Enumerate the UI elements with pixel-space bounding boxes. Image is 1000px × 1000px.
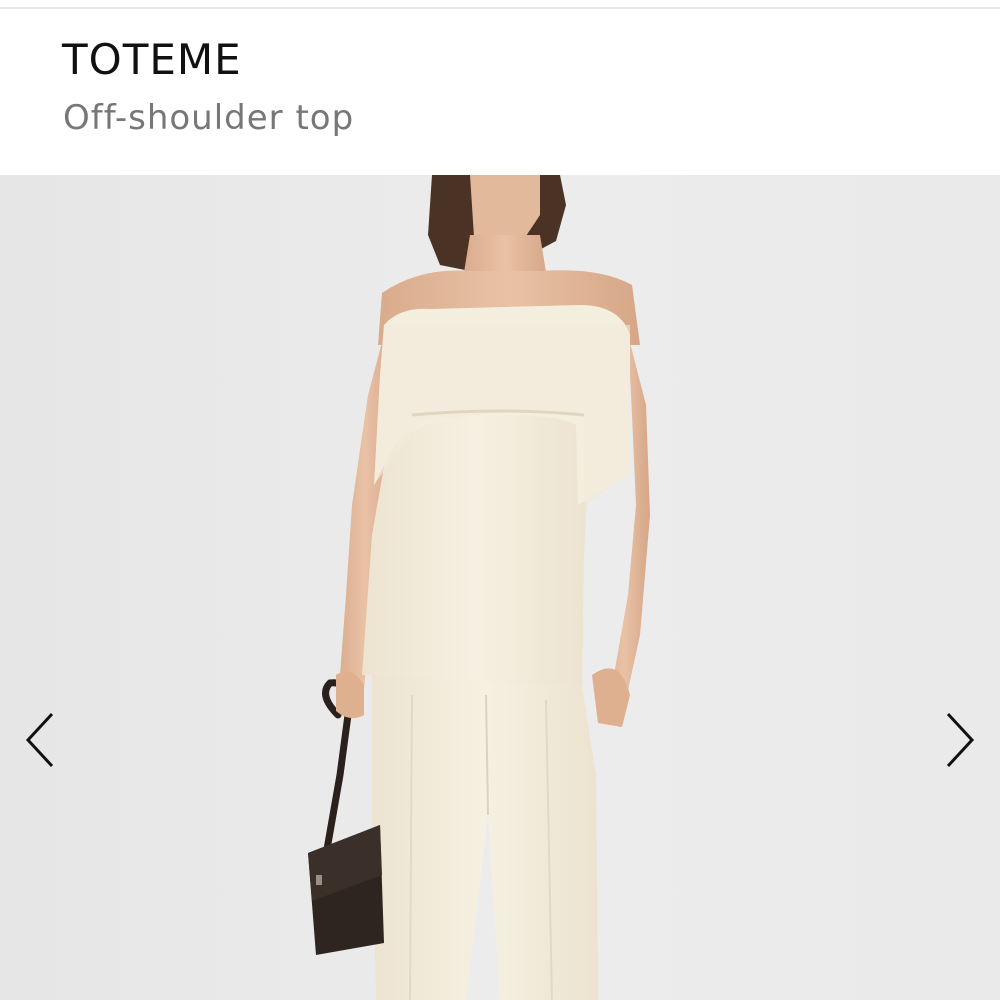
brand-name[interactable]: TOTEME [62, 34, 242, 86]
previous-image-button[interactable] [20, 705, 60, 775]
product-image [0, 175, 1000, 1000]
top-divider [0, 7, 1000, 9]
next-image-button[interactable] [940, 705, 980, 775]
chevron-left-icon [25, 712, 54, 768]
product-header: TOTEME Off-shoulder top [0, 0, 1000, 175]
product-title: Off-shoulder top [63, 98, 355, 138]
product-image-gallery[interactable] [0, 175, 1000, 1000]
chevron-right-icon [946, 712, 975, 768]
